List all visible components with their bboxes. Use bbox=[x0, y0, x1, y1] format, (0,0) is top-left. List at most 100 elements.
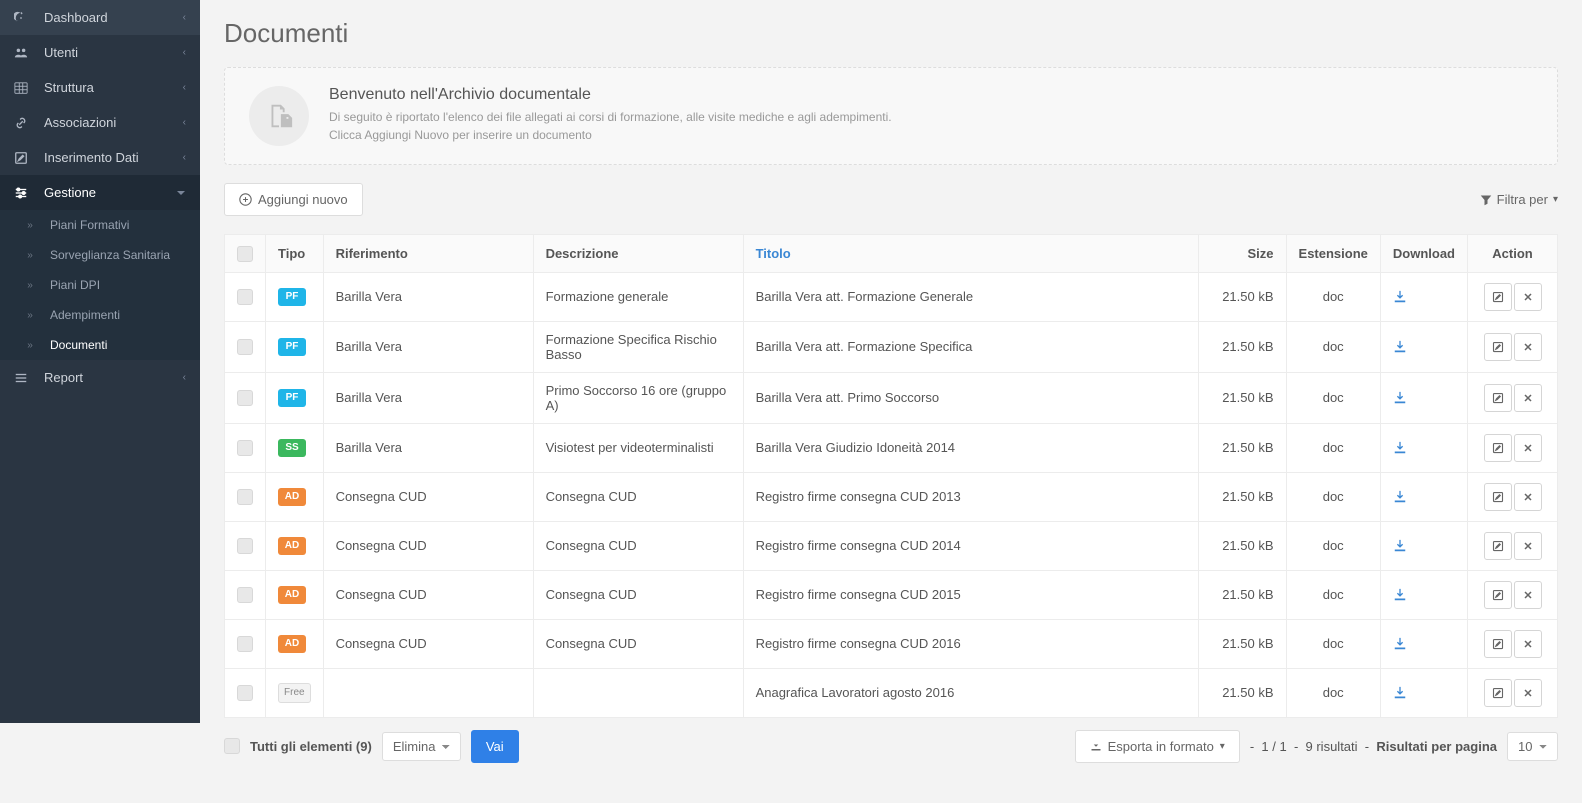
row-checkbox[interactable] bbox=[237, 587, 253, 603]
delete-button[interactable] bbox=[1514, 679, 1542, 707]
col-titolo[interactable]: Titolo bbox=[743, 235, 1198, 273]
chevron-down-icon bbox=[176, 188, 186, 198]
edit-button[interactable] bbox=[1484, 283, 1512, 311]
edit-button[interactable] bbox=[1484, 581, 1512, 609]
delete-button[interactable] bbox=[1514, 581, 1542, 609]
table-row: ADConsegna CUDConsegna CUDRegistro firme… bbox=[225, 521, 1558, 570]
select-all-checkbox[interactable] bbox=[237, 246, 253, 262]
row-checkbox[interactable] bbox=[237, 685, 253, 701]
sidebar-sub-adempimenti[interactable]: »Adempimenti bbox=[0, 300, 200, 330]
main-content: Documenti Benvenuto nell'Archivio docume… bbox=[200, 0, 1582, 803]
sidebar-label: Dashboard bbox=[44, 10, 183, 25]
users-icon bbox=[14, 46, 34, 60]
col-tipo[interactable]: Tipo bbox=[266, 235, 324, 273]
cell-ext: doc bbox=[1286, 472, 1380, 521]
download-icon[interactable] bbox=[1393, 340, 1455, 354]
sidebar-label: Associazioni bbox=[44, 115, 183, 130]
col-descrizione[interactable]: Descrizione bbox=[533, 235, 743, 273]
sidebar-label: Struttura bbox=[44, 80, 183, 95]
edit-button[interactable] bbox=[1484, 384, 1512, 412]
toolbar: Aggiungi nuovo Filtra per ▾ bbox=[224, 183, 1558, 216]
row-checkbox[interactable] bbox=[237, 538, 253, 554]
chevron-right-icon: » bbox=[20, 280, 40, 291]
cell-size: 21.50 kB bbox=[1198, 570, 1286, 619]
results-count: 9 risultati bbox=[1306, 739, 1358, 754]
tipo-badge: AD bbox=[278, 488, 306, 506]
edit-button[interactable] bbox=[1484, 630, 1512, 658]
chevron-left-icon: ‹ bbox=[183, 117, 186, 128]
sidebar-sub-piani-dpi[interactable]: » Piani DPI bbox=[0, 270, 200, 300]
filter-by-link[interactable]: Filtra per ▾ bbox=[1480, 192, 1558, 207]
go-button[interactable]: Vai bbox=[471, 730, 519, 763]
cell-size: 21.50 kB bbox=[1198, 372, 1286, 423]
download-icon[interactable] bbox=[1393, 539, 1455, 553]
row-checkbox[interactable] bbox=[237, 339, 253, 355]
delete-button[interactable] bbox=[1514, 532, 1542, 560]
chevron-left-icon: ‹ bbox=[183, 82, 186, 93]
cell-size: 21.50 kB bbox=[1198, 472, 1286, 521]
sidebar-sub-piani-formativi[interactable]: »Piani Formativi bbox=[0, 210, 200, 240]
sidebar-item-gestione[interactable]: Gestione bbox=[0, 175, 200, 210]
col-download[interactable]: Download bbox=[1380, 235, 1467, 273]
download-icon[interactable] bbox=[1393, 588, 1455, 602]
dashboard-icon bbox=[14, 11, 34, 25]
tipo-badge: SS bbox=[278, 439, 306, 457]
cell-descrizione bbox=[533, 668, 743, 717]
list-icon bbox=[14, 371, 34, 385]
row-checkbox[interactable] bbox=[237, 390, 253, 406]
pager-text: 1 / 1 bbox=[1261, 739, 1286, 754]
download-icon[interactable] bbox=[1393, 637, 1455, 651]
documents-table: Tipo Riferimento Descrizione Titolo Size… bbox=[224, 234, 1558, 718]
col-size[interactable]: Size bbox=[1198, 235, 1286, 273]
sliders-icon bbox=[14, 186, 34, 200]
sidebar-item-associazioni[interactable]: Associazioni ‹ bbox=[0, 105, 200, 140]
sidebar-item-inserimento[interactable]: Inserimento Dati ‹ bbox=[0, 140, 200, 175]
cell-riferimento: Barilla Vera bbox=[323, 372, 533, 423]
download-icon[interactable] bbox=[1393, 290, 1455, 304]
sidebar-sub-label: Piani DPI bbox=[50, 278, 186, 292]
edit-button[interactable] bbox=[1484, 483, 1512, 511]
row-checkbox[interactable] bbox=[237, 489, 253, 505]
edit-button[interactable] bbox=[1484, 434, 1512, 462]
col-estensione[interactable]: Estensione bbox=[1286, 235, 1380, 273]
edit-button[interactable] bbox=[1484, 333, 1512, 361]
col-riferimento[interactable]: Riferimento bbox=[323, 235, 533, 273]
delete-button[interactable] bbox=[1514, 283, 1542, 311]
cell-ext: doc bbox=[1286, 521, 1380, 570]
download-icon[interactable] bbox=[1393, 490, 1455, 504]
edit-button[interactable] bbox=[1484, 532, 1512, 560]
sidebar-item-report[interactable]: Report ‹ bbox=[0, 360, 200, 395]
download-icon[interactable] bbox=[1393, 391, 1455, 405]
download-icon[interactable] bbox=[1393, 686, 1455, 700]
sidebar-item-utenti[interactable]: Utenti ‹ bbox=[0, 35, 200, 70]
delete-button[interactable] bbox=[1514, 333, 1542, 361]
cell-size: 21.50 kB bbox=[1198, 521, 1286, 570]
link-icon bbox=[14, 116, 34, 130]
edit-button[interactable] bbox=[1484, 679, 1512, 707]
cell-size: 21.50 kB bbox=[1198, 321, 1286, 372]
sidebar-label: Utenti bbox=[44, 45, 183, 60]
add-new-button[interactable]: Aggiungi nuovo bbox=[224, 183, 363, 216]
delete-button[interactable] bbox=[1514, 384, 1542, 412]
edit-icon bbox=[14, 151, 34, 165]
sidebar-item-struttura[interactable]: Struttura ‹ bbox=[0, 70, 200, 105]
col-action: Action bbox=[1468, 235, 1558, 273]
sidebar-sub-documenti[interactable]: »Documenti bbox=[0, 330, 200, 360]
cell-descrizione: Formazione Specifica Rischio Basso bbox=[533, 321, 743, 372]
export-button[interactable]: Esporta in formato ▾ bbox=[1075, 730, 1240, 763]
table-row: SSBarilla VeraVisiotest per videotermina… bbox=[225, 423, 1558, 472]
download-icon[interactable] bbox=[1393, 441, 1455, 455]
tipo-badge: PF bbox=[278, 389, 306, 407]
row-checkbox[interactable] bbox=[237, 440, 253, 456]
delete-button[interactable] bbox=[1514, 483, 1542, 511]
bulk-action-select[interactable]: Elimina bbox=[382, 732, 461, 761]
sidebar-sub-sorveglianza[interactable]: »Sorveglianza Sanitaria bbox=[0, 240, 200, 270]
per-page-select[interactable]: 10 bbox=[1507, 732, 1558, 761]
select-all-footer-checkbox[interactable] bbox=[224, 738, 240, 754]
delete-button[interactable] bbox=[1514, 434, 1542, 462]
cell-titolo: Registro firme consegna CUD 2013 bbox=[743, 472, 1198, 521]
row-checkbox[interactable] bbox=[237, 636, 253, 652]
sidebar-item-dashboard[interactable]: Dashboard ‹ bbox=[0, 0, 200, 35]
delete-button[interactable] bbox=[1514, 630, 1542, 658]
row-checkbox[interactable] bbox=[237, 289, 253, 305]
